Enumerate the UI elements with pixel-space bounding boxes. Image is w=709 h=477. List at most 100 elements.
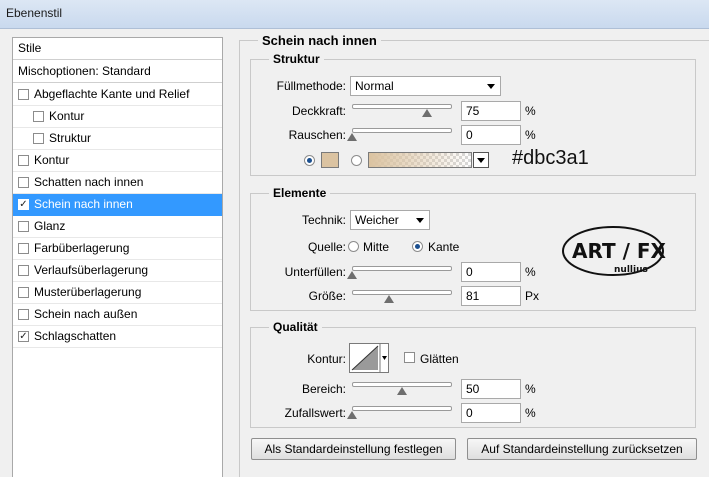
elemente-title: Elemente — [269, 186, 331, 200]
style-checkbox[interactable] — [18, 89, 29, 100]
fill-method-label: Füllmethode: — [276, 79, 346, 93]
blend-options-label: Mischoptionen: Standard — [18, 64, 151, 78]
glow-gradient-picker[interactable] — [368, 152, 472, 168]
range-slider-thumb[interactable] — [397, 387, 407, 395]
noise-slider-thumb[interactable] — [347, 133, 357, 141]
style-item[interactable]: Verlaufsüberlagerung — [13, 260, 222, 282]
source-edge-radio[interactable] — [412, 241, 423, 252]
reset-default-button[interactable]: Auf Standardeinstellung zurücksetzen — [467, 438, 697, 460]
style-item-label: Kontur — [49, 109, 85, 123]
style-item[interactable]: ✓ Schein nach innen — [13, 194, 222, 216]
styles-header[interactable]: Stile — [13, 38, 222, 60]
style-checkbox[interactable] — [18, 243, 29, 254]
contour-curve-icon — [351, 344, 387, 372]
hex-color-annotation: #dbc3a1 — [512, 147, 589, 169]
title-bar: Ebenenstil — [0, 0, 709, 29]
window-title: Ebenenstil — [6, 6, 63, 20]
glow-color-swatch[interactable] — [321, 152, 339, 168]
style-item[interactable]: Musterüberlagerung — [13, 282, 222, 304]
style-checkbox[interactable] — [18, 309, 29, 320]
source-label: Quelle: — [307, 240, 346, 254]
jitter-input[interactable]: 0 — [461, 403, 521, 423]
fill-method-select[interactable]: Normal — [350, 76, 501, 96]
style-checkbox[interactable]: ✓ — [18, 199, 29, 210]
gradient-dropdown-button[interactable] — [473, 152, 489, 168]
fill-method-value: Normal — [355, 79, 394, 93]
source-center-radio[interactable] — [348, 241, 359, 252]
style-item[interactable]: Schein nach außen — [13, 304, 222, 326]
technique-label: Technik: — [301, 213, 346, 227]
gradient-radio[interactable] — [351, 155, 362, 166]
opacity-input[interactable]: 75 — [461, 101, 521, 121]
source-center-label: Mitte — [363, 240, 390, 254]
style-checkbox[interactable] — [33, 133, 44, 144]
style-item-label: Schatten nach innen — [34, 175, 144, 189]
chevron-down-icon — [416, 218, 424, 223]
style-item[interactable]: Farbüberlagerung — [13, 238, 222, 260]
chevron-down-icon — [487, 84, 495, 89]
opacity-unit: % — [525, 104, 536, 118]
size-input[interactable]: 81 — [461, 286, 521, 306]
range-unit: % — [525, 382, 536, 396]
noise-slider-track[interactable] — [352, 128, 452, 133]
style-item[interactable]: Kontur — [13, 106, 222, 128]
size-label: Größe: — [308, 289, 346, 303]
style-item[interactable]: Kontur — [13, 150, 222, 172]
style-item-label: Musterüberlagerung — [34, 285, 142, 299]
contour-label: Kontur: — [307, 352, 346, 366]
style-item-label: Verlaufsüberlagerung — [34, 263, 149, 277]
size-unit: Px — [525, 289, 540, 303]
style-item-label: Kontur — [34, 153, 70, 167]
choke-label: Unterfüllen: — [284, 265, 346, 279]
noise-label: Rauschen: — [288, 128, 346, 142]
antialias-checkbox[interactable] — [404, 352, 415, 363]
style-checkbox[interactable] — [18, 221, 29, 232]
gradient-fill — [369, 153, 471, 167]
style-checkbox[interactable] — [18, 287, 29, 298]
blend-options-item[interactable]: Mischoptionen: Standard — [13, 61, 222, 83]
style-item-label: Schein nach außen — [34, 307, 138, 321]
antialias-label: Glätten — [420, 352, 459, 366]
solid-color-radio[interactable] — [304, 155, 315, 166]
noise-input[interactable]: 0 — [461, 125, 521, 145]
style-item-label: Struktur — [49, 131, 92, 145]
style-checkbox[interactable] — [18, 265, 29, 276]
choke-unit: % — [525, 265, 536, 279]
style-item[interactable]: Abgeflachte Kante und Relief — [13, 84, 222, 106]
logo-top-text: ART / FX — [572, 239, 666, 263]
technique-value: Weicher — [355, 213, 399, 227]
opacity-slider-track[interactable] — [352, 104, 452, 109]
style-checkbox[interactable]: ✓ — [18, 331, 29, 342]
style-checkbox[interactable] — [18, 177, 29, 188]
qualitaet-title: Qualität — [269, 320, 322, 334]
size-slider-thumb[interactable] — [384, 295, 394, 303]
choke-slider-track[interactable] — [352, 266, 452, 271]
choke-slider-thumb[interactable] — [347, 271, 357, 279]
styles-list: Stile Mischoptionen: Standard Abgeflacht… — [12, 37, 223, 477]
range-input[interactable]: 50 — [461, 379, 521, 399]
make-default-button[interactable]: Als Standardeinstellung festlegen — [251, 438, 456, 460]
choke-input[interactable]: 0 — [461, 262, 521, 282]
opacity-slider-thumb[interactable] — [422, 109, 432, 117]
jitter-label: Zufallswert: — [284, 406, 346, 420]
style-item[interactable]: Glanz — [13, 216, 222, 238]
style-item-label: Schein nach innen — [34, 197, 133, 211]
style-checkbox[interactable] — [33, 111, 44, 122]
logo-bottom-text: nullius — [614, 265, 648, 275]
style-checkbox[interactable] — [18, 155, 29, 166]
source-edge-label: Kante — [428, 240, 460, 254]
size-slider-track[interactable] — [352, 290, 452, 295]
jitter-unit: % — [525, 406, 536, 420]
jitter-slider-thumb[interactable] — [347, 411, 357, 419]
jitter-slider-track[interactable] — [352, 406, 452, 411]
contour-picker[interactable] — [349, 343, 389, 373]
style-item[interactable]: Struktur — [13, 128, 222, 150]
technique-select[interactable]: Weicher — [350, 210, 430, 230]
style-item[interactable]: ✓ Schlagschatten — [13, 326, 222, 348]
style-item-label: Schlagschatten — [34, 329, 117, 343]
range-label: Bereich: — [301, 382, 346, 396]
struktur-title: Struktur — [269, 52, 324, 66]
artfx-logo: ART / FX nullius — [562, 226, 666, 276]
style-item-label: Farbüberlagerung — [34, 241, 130, 255]
style-item[interactable]: Schatten nach innen — [13, 172, 222, 194]
